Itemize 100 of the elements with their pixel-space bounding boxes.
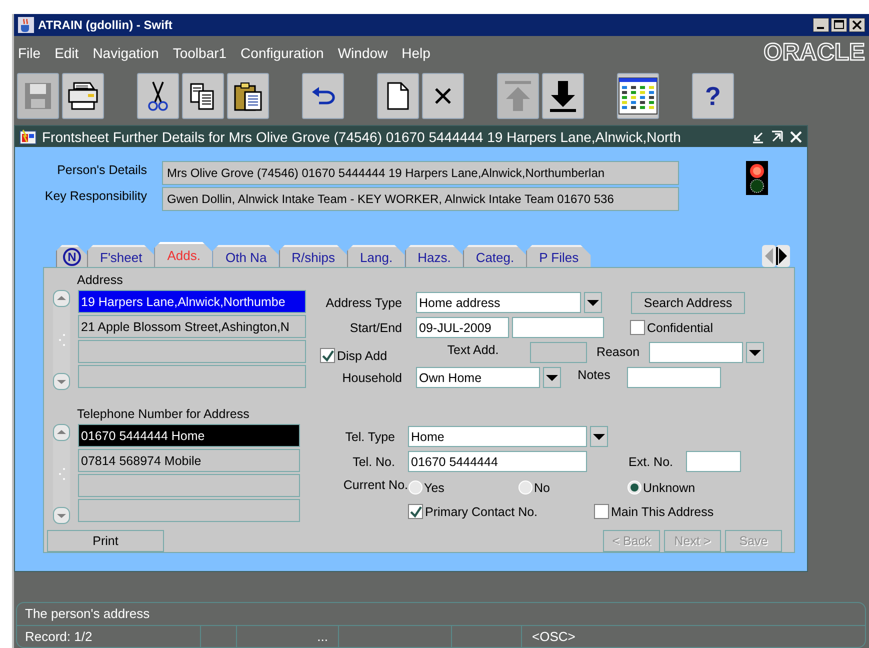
field-label: Key Responsibility <box>44 189 147 203</box>
undo-arrow-icon <box>310 86 336 106</box>
field-label: Start/End <box>348 320 402 334</box>
text-field[interactable]: Gwen Dollin, Alnwick Intake Team - KEY WORKER, Alnwick Intake Team 01670 536 <box>162 187 679 211</box>
menu-item[interactable]: Help <box>402 45 430 61</box>
checkmark-icon <box>410 506 422 518</box>
section-heading: Address <box>77 273 124 288</box>
color-grid-icon <box>618 77 658 115</box>
tab[interactable]: F'sheet <box>87 245 154 267</box>
field-label: Current No. <box>342 478 408 492</box>
scroll-up-icon[interactable] <box>53 424 70 441</box>
radio-circle-icon <box>518 480 533 495</box>
help-button[interactable]: ? <box>692 73 734 119</box>
confidential-checkbox[interactable]: Confidential <box>630 320 714 335</box>
field-label: Household <box>341 370 402 384</box>
tab[interactable]: Oth Na <box>212 245 279 267</box>
undo-button[interactable] <box>302 73 344 119</box>
tab[interactable]: Lang. <box>347 245 405 267</box>
field-label: Tel. Type <box>344 430 395 444</box>
window-title: ATRAIN (gdollin) - Swift <box>38 18 174 32</box>
checkmark-icon <box>322 350 334 362</box>
scroll-down-icon[interactable] <box>53 373 70 390</box>
menu-item[interactable]: Navigation <box>92 45 159 61</box>
radio-circle-icon <box>627 480 642 495</box>
address-record[interactable]: 19 Harpers Lane,Alnwick,Northumbe <box>78 290 306 313</box>
status-message: The person's address <box>25 606 150 621</box>
printer-icon <box>66 81 100 111</box>
tab[interactable]: Categ. <box>462 245 526 267</box>
close-icon[interactable] <box>849 18 865 32</box>
end-date-field[interactable] <box>512 317 604 338</box>
up-arrow-icon <box>503 79 533 113</box>
palette-button[interactable] <box>617 73 659 119</box>
field-label: Address Type <box>324 296 402 310</box>
status-mode: <OSC> <box>531 628 576 646</box>
field-label: Ext. No. <box>628 454 673 468</box>
field-label: Tel. No. <box>352 454 395 468</box>
status-ellipsis: ... <box>237 626 339 647</box>
disp-add-checkbox[interactable]: Disp Add <box>320 348 416 363</box>
copy-button[interactable] <box>182 73 224 119</box>
grip-icon <box>58 467 66 481</box>
scroll-up-icon[interactable] <box>53 290 70 307</box>
field-label: Notes <box>576 368 612 382</box>
tab[interactable]: R/ships <box>278 245 348 267</box>
notes-field[interactable] <box>627 367 721 388</box>
minimize-icon[interactable] <box>751 130 765 144</box>
field-label: Reason <box>595 344 641 358</box>
scrollbar[interactable] <box>53 424 70 524</box>
menu-item[interactable]: Toolbar1 <box>172 45 227 61</box>
radio-button[interactable]: Unknown <box>627 480 696 495</box>
radio-circle-icon <box>408 480 423 495</box>
scissors-icon <box>146 80 170 112</box>
tab[interactable]: N <box>56 245 87 267</box>
blank-page-icon <box>386 81 410 111</box>
text-field[interactable]: Mrs Olive Grove (74546) 01670 5444444 19 Harpers Lane,Alnwick,Northumberlan <box>162 161 679 185</box>
main-address-checkbox[interactable]: Main This Address <box>594 504 714 519</box>
scroll-down-icon[interactable] <box>53 507 70 524</box>
maximize-icon[interactable] <box>831 18 847 32</box>
field-label: Person's Details <box>56 163 147 177</box>
dropdown-field[interactable] <box>649 342 743 363</box>
extension-field[interactable] <box>686 451 741 472</box>
clipboard-icon <box>232 80 264 112</box>
new-button[interactable] <box>377 73 419 119</box>
field-label: Text Add. <box>446 342 500 356</box>
menu-item[interactable]: Edit <box>54 45 79 61</box>
phone-record[interactable]: 07814 568974 Mobile <box>78 449 300 472</box>
download-arrow-icon <box>548 79 578 113</box>
section-heading: Telephone Number for Address <box>77 407 250 422</box>
down-button[interactable] <box>542 73 584 119</box>
print-button[interactable]: Print <box>47 530 164 552</box>
delete-x-icon <box>433 86 453 106</box>
menu-item[interactable]: Window <box>338 45 388 61</box>
tab[interactable]: Hazs. <box>404 245 463 267</box>
scrollbar[interactable] <box>53 290 70 390</box>
minimize-icon[interactable] <box>813 18 829 32</box>
delete-button[interactable] <box>422 73 464 119</box>
dropdown-field[interactable]: Home <box>408 426 587 447</box>
scroll-right-icon[interactable] <box>776 245 790 267</box>
tab[interactable]: P Files <box>526 245 591 267</box>
paste-button[interactable] <box>227 73 269 119</box>
logo: ORACLE <box>764 39 865 67</box>
search-address-button[interactable]: Search Address <box>631 292 745 314</box>
form-title: Frontsheet Further Details for Mrs Olive Grove (74546) 01670 5444444 19 Harpers Lane,Alnwick,North <box>42 128 682 144</box>
cut-button[interactable] <box>137 73 179 119</box>
dropdown-field[interactable]: Home address <box>416 292 581 313</box>
traffic-light-icon <box>746 161 768 195</box>
phone-record[interactable]: 01670 5444444 Home <box>78 424 300 447</box>
phone-number-field[interactable]: 01670 5444444 <box>408 451 587 472</box>
coffee-cup-icon <box>18 17 34 33</box>
radio-button[interactable]: No <box>518 480 627 495</box>
address-record[interactable]: 21 Apple Blossom Street,Ashington,N <box>78 315 306 338</box>
record-count: Record: 1/2 <box>17 626 201 647</box>
primary-contact-checkbox[interactable]: Primary Contact No. <box>408 504 594 519</box>
radio-button[interactable]: Yes <box>408 480 518 495</box>
dropdown-field[interactable]: Own Home <box>416 367 540 388</box>
menu-item[interactable]: Configuration <box>240 45 324 61</box>
grip-icon <box>58 333 66 347</box>
menu-item[interactable]: File <box>18 45 41 61</box>
print-button[interactable] <box>62 73 104 119</box>
form-icon <box>19 128 37 144</box>
start-date-field[interactable]: 09-JUL-2009 <box>416 317 509 338</box>
